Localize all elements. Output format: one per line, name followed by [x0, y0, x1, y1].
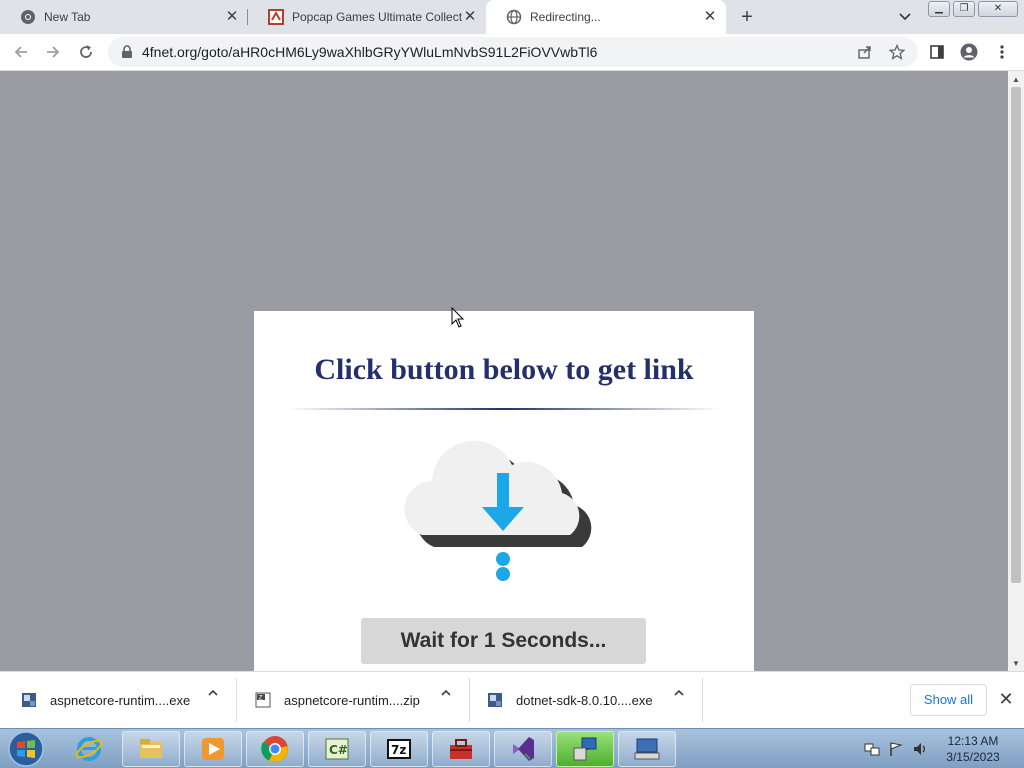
download-filename: dotnet-sdk-8.0.10....exe: [516, 692, 653, 708]
side-panel-icon[interactable]: [928, 43, 946, 61]
browser-toolbar: 4fnet.org/goto/aHR0cHM6Ly9waXhlbGRyYWluL…: [0, 34, 1024, 71]
toolbox-icon: [450, 739, 472, 759]
show-all-button[interactable]: Show all: [910, 684, 987, 716]
svg-text:C#: C#: [329, 743, 348, 757]
reload-icon: [80, 45, 92, 58]
close-tab-icon[interactable]: ✕: [702, 9, 718, 25]
taskbar-keyboard-tool[interactable]: [618, 731, 676, 767]
tab-title: Redirecting...: [530, 10, 601, 24]
internet-explorer-icon: [75, 737, 103, 761]
chrome-icon: [20, 9, 36, 25]
tab-search-chevron-icon[interactable]: [896, 7, 914, 25]
close-window-button[interactable]: ✕: [978, 1, 1018, 17]
taskbar-file-explorer[interactable]: [122, 731, 180, 767]
close-downloads-icon[interactable]: ✕: [997, 690, 1015, 708]
taskbar-internet-explorer[interactable]: [60, 731, 118, 767]
system-clock[interactable]: 12:13 AM 3/15/2023: [938, 733, 1008, 765]
close-tab-icon[interactable]: ✕: [224, 9, 240, 25]
minimize-button[interactable]: ▁: [928, 1, 950, 17]
system-tray: [864, 738, 934, 760]
download-item[interactable]: aspnetcore-runtim....exe: [20, 678, 200, 722]
download-separator: [702, 678, 703, 722]
forward-arrow-icon: [47, 46, 60, 58]
download-filename: aspnetcore-runtim....exe: [50, 692, 191, 708]
network-icon: [573, 737, 597, 761]
scroll-down-icon[interactable]: ▼: [1012, 659, 1020, 668]
taskbar-csharp[interactable]: C#: [308, 731, 366, 767]
taskbar-media-player[interactable]: [184, 731, 242, 767]
chevron-up-icon[interactable]: [206, 686, 220, 700]
7zip-icon: 7z: [387, 739, 411, 759]
download-separator: [469, 678, 470, 722]
chevron-up-icon[interactable]: [672, 686, 686, 700]
csharp-icon: C#: [325, 738, 349, 760]
redirect-card: Click button below to get link Wait for …: [254, 311, 754, 671]
scroll-up-icon[interactable]: ▲: [1012, 75, 1020, 84]
download-filename: aspnetcore-runtim....zip: [284, 692, 420, 708]
file-explorer-icon: [140, 739, 162, 758]
download-item[interactable]: dotnet-sdk-8.0.10....exe: [486, 678, 666, 722]
chrome-icon: [261, 736, 288, 762]
svg-text:Z: Z: [259, 695, 263, 702]
taskbar-chrome[interactable]: [246, 731, 304, 767]
installer-file-icon: [488, 693, 502, 707]
start-button[interactable]: [4, 730, 48, 768]
new-tab-button[interactable]: +: [736, 6, 758, 28]
forward-button[interactable]: [42, 41, 64, 63]
tab-new-tab[interactable]: New Tab ✕: [0, 0, 248, 34]
download-separator: [236, 678, 237, 722]
volume-icon[interactable]: [912, 741, 928, 757]
zip-file-icon: Z: [255, 692, 271, 708]
download-item[interactable]: Z aspnetcore-runtim....zip: [254, 678, 434, 722]
kebab-menu-icon[interactable]: [993, 43, 1011, 61]
svg-text:7z: 7z: [391, 743, 406, 757]
taskbar-network-tool[interactable]: [556, 731, 614, 767]
close-tab-icon[interactable]: ✕: [462, 9, 478, 25]
back-button[interactable]: [10, 41, 32, 63]
address-bar[interactable]: 4fnet.org/goto/aHR0cHM6Ly9waXhlbGRyYWluL…: [108, 37, 918, 67]
restore-button[interactable]: ❐: [953, 1, 975, 17]
chevron-up-icon[interactable]: [439, 686, 453, 700]
taskbar-visual-studio[interactable]: [494, 731, 552, 767]
network-tray-icon[interactable]: [864, 741, 880, 757]
taskbar-7zip[interactable]: 7z: [370, 731, 428, 767]
tab-strip: New Tab ✕ Popcap Games Ultimate Collecti…: [0, 0, 1024, 34]
url-text[interactable]: 4fnet.org/goto/aHR0cHM6Ly9waXhlbGRyYWluL…: [142, 44, 597, 60]
page-viewport: Click button below to get link Wait for …: [0, 71, 1008, 671]
page-heading: Click button below to get link: [314, 353, 694, 386]
mouse-cursor-icon: [451, 307, 465, 328]
windows-taskbar: C# 7z 12:13 AM 3/15/2023: [0, 728, 1024, 768]
vertical-scrollbar[interactable]: ▲ ▼: [1008, 71, 1024, 671]
installer-file-icon: [22, 693, 36, 707]
wait-button[interactable]: Wait for 1 Seconds...: [361, 618, 646, 664]
scrollbar-thumb[interactable]: [1011, 87, 1021, 583]
keyboard-icon: [634, 738, 660, 760]
lock-icon: [120, 45, 134, 59]
tab-redirecting[interactable]: Redirecting... ✕: [486, 0, 726, 34]
tab-popcap-games[interactable]: Popcap Games Ultimate Collection ✕: [248, 0, 486, 34]
share-icon[interactable]: [856, 43, 874, 61]
visual-studio-icon: [513, 737, 534, 761]
globe-icon: [506, 9, 522, 25]
back-arrow-icon: [14, 46, 27, 58]
profile-avatar-icon[interactable]: [960, 43, 978, 61]
site-favicon-icon: [268, 9, 284, 25]
taskbar-toolbox[interactable]: [432, 731, 490, 767]
clock-date: 3/15/2023: [946, 750, 1000, 764]
clock-time: 12:13 AM: [947, 734, 999, 748]
tab-title: New Tab: [44, 10, 91, 24]
tab-title: Popcap Games Ultimate Collection: [292, 10, 462, 24]
action-center-flag-icon[interactable]: [888, 741, 904, 757]
cloud-download-icon: [404, 440, 592, 581]
downloads-bar: aspnetcore-runtim....exe Z aspnetcore-ru…: [0, 671, 1024, 728]
media-player-icon: [202, 738, 224, 760]
bookmark-star-icon[interactable]: [888, 43, 906, 61]
heading-divider: [288, 408, 720, 410]
reload-button[interactable]: [75, 41, 97, 63]
